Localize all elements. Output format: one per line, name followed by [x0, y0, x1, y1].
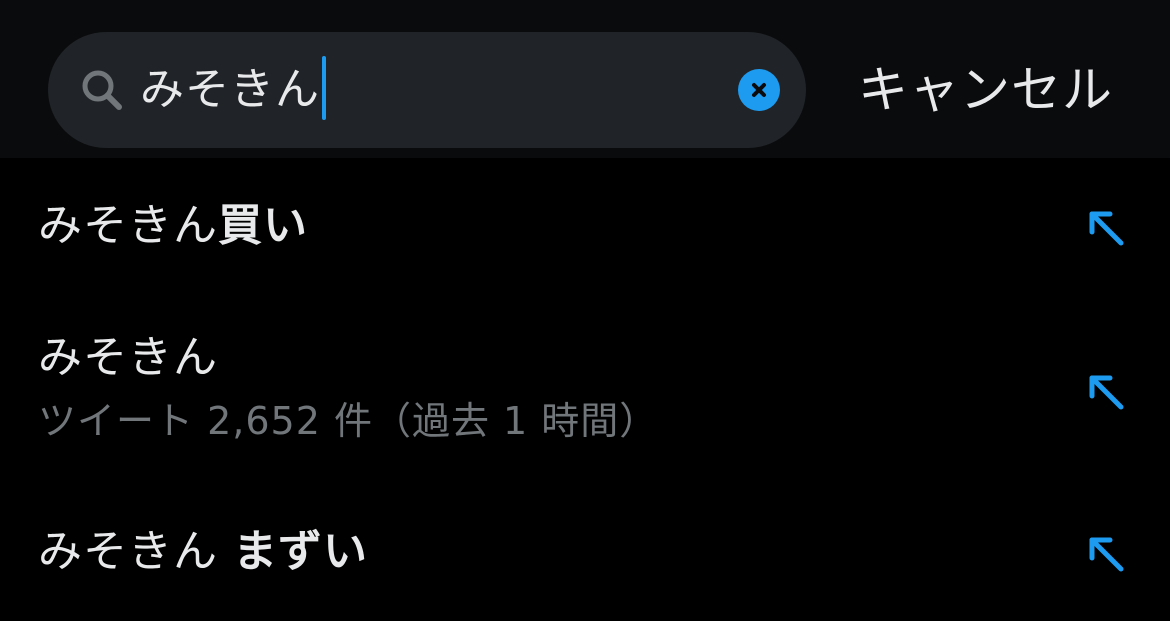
- suggestion-completion-text: 買い: [218, 200, 308, 251]
- cancel-button[interactable]: キャンセル: [858, 58, 1113, 122]
- search-query-text: みそきん: [140, 64, 320, 115]
- suggestion-item[interactable]: みそきん買い: [0, 158, 1170, 294]
- suggestion-label: みそきん まずい: [38, 524, 368, 580]
- search-query[interactable]: みそきん: [140, 56, 326, 120]
- suggestion-completion-text: まずい: [233, 526, 368, 577]
- search-icon: [82, 70, 122, 110]
- search-header: みそきん キャンセル: [0, 0, 1170, 158]
- clear-search-button[interactable]: [738, 69, 780, 111]
- suggestion-query-text: みそきん: [38, 332, 218, 383]
- text-caret: [322, 56, 326, 120]
- suggestion-label: みそきん: [38, 330, 218, 386]
- arrow-up-left-icon[interactable]: [1084, 370, 1126, 412]
- arrow-up-left-icon[interactable]: [1084, 206, 1126, 248]
- arrow-up-left-icon[interactable]: [1084, 532, 1126, 574]
- suggestion-tweet-count: ツイート 2,652 件（過去 1 時間）: [38, 399, 659, 443]
- suggestion-item[interactable]: みそきん まずい: [0, 484, 1170, 621]
- clear-icon: [752, 83, 766, 97]
- suggestion-query-text: みそきん: [38, 526, 218, 577]
- suggestion-label: みそきん買い: [38, 198, 308, 254]
- suggestion-query-text: みそきん: [38, 200, 218, 251]
- suggestion-item[interactable]: みそきん ツイート 2,652 件（過去 1 時間）: [0, 294, 1170, 484]
